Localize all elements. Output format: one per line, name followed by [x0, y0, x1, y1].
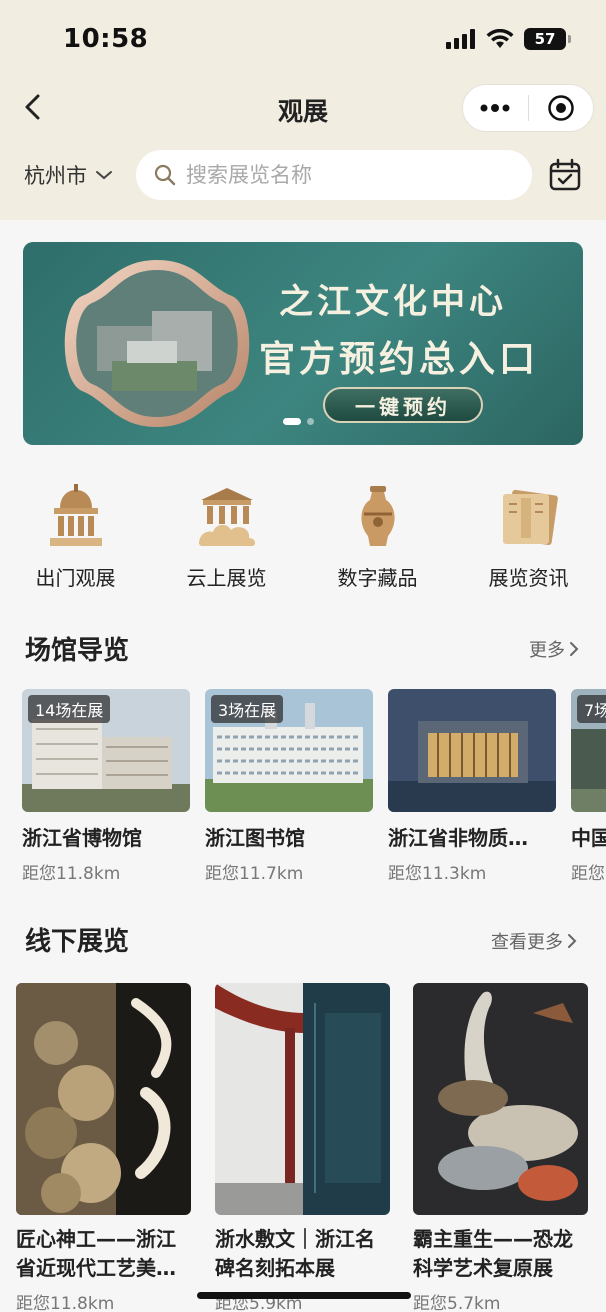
miniprogram-capsule	[462, 84, 594, 132]
exhibit-distance: 距您5.7km	[413, 1294, 501, 1312]
cultural-center-image	[64, 260, 250, 427]
cloud-museum-icon	[198, 488, 255, 546]
venue-distance: 距您11.3km	[388, 864, 487, 884]
venues-section-title: 场馆导览	[25, 636, 130, 666]
exhibit-poster	[16, 983, 191, 1215]
quick-links: 出门观展 云上展览 数字藏品 展览资讯	[0, 484, 606, 591]
exhibits-section-title: 线下展览	[25, 927, 130, 957]
exhibits-more-link[interactable]: 查看更多	[491, 928, 577, 954]
venue-distance: 距您11.8km	[22, 864, 121, 884]
exhibit-poster	[215, 983, 390, 1215]
city-label: 杭州市	[24, 164, 87, 188]
venue-image: 14场在展	[22, 689, 190, 812]
promo-banner[interactable]: 之江文化中心 官方预约总入口 一键预约	[23, 242, 583, 445]
chevron-down-icon	[96, 171, 112, 180]
on-show-badge: 3场在展	[211, 695, 284, 723]
carousel-dot-active	[283, 418, 301, 425]
venue-card[interactable]: 14场在展 浙江省博物馆 距您11.8km	[22, 689, 190, 884]
venue-name: 浙江省非物质…	[388, 826, 528, 850]
wifi-icon	[486, 29, 514, 48]
more-label: 更多	[529, 640, 565, 661]
quick-link-label: 云上展览	[186, 566, 267, 590]
exhibit-title: 浙水敷文｜浙江名碑名刻拓本展	[215, 1227, 375, 1280]
venue-distance: 距您11.7km	[205, 864, 304, 884]
banner-subheadline: 官方预约总入口	[259, 339, 540, 380]
on-show-badge: 7场在展	[577, 695, 606, 723]
chevron-right-icon	[568, 934, 577, 948]
quick-link-news[interactable]: 展览资讯	[453, 484, 604, 591]
signal-icon	[446, 29, 475, 49]
exhibit-distance: 距您11.8km	[16, 1294, 115, 1312]
exhibit-title: 霸主重生——恐龙科学艺术复原展	[413, 1227, 573, 1280]
exhibition-list: 匠心神工——浙江省近现代工艺美… 距您11.8km 浙水敷文｜浙江名碑名刻拓本展…	[16, 983, 606, 1312]
venue-distance: 距您	[571, 864, 605, 884]
venues-more-link[interactable]: 更多	[529, 636, 579, 662]
venue-name: 浙江省博物馆	[22, 826, 142, 850]
venue-card[interactable]: 浙江省非物质… 距您11.3km	[388, 689, 556, 884]
banner-headline: 之江文化中心	[279, 282, 507, 322]
search-bar[interactable]	[136, 150, 532, 200]
target-icon	[548, 95, 574, 121]
venue-name: 浙江图书馆	[205, 826, 305, 850]
venue-card[interactable]: 3场在展 浙江图书馆 距您11.7km	[205, 689, 373, 884]
venue-image: 7场在展	[571, 689, 606, 812]
exhibit-title: 匠心神工——浙江省近现代工艺美…	[16, 1227, 176, 1280]
status-icons: 57	[446, 28, 571, 50]
quick-link-label: 出门观展	[35, 566, 116, 590]
quick-link-label: 数字藏品	[337, 566, 418, 590]
close-miniprogram-button[interactable]	[529, 84, 594, 132]
more-label: 查看更多	[491, 932, 563, 953]
venue-name: 中国	[571, 826, 606, 850]
calendar-icon[interactable]	[548, 158, 582, 192]
vase-icon	[360, 486, 395, 546]
exhibit-poster	[413, 983, 588, 1215]
battery-indicator: 57	[524, 28, 571, 50]
carousel-indicator	[283, 418, 314, 425]
city-selector[interactable]: 杭州市	[24, 160, 113, 190]
venue-image	[388, 689, 556, 812]
chevron-right-icon	[570, 642, 579, 656]
exhibit-card[interactable]: 匠心神工——浙江省近现代工艺美… 距您11.8km	[16, 983, 191, 1312]
venue-image: 3场在展	[205, 689, 373, 812]
search-icon	[154, 164, 176, 186]
on-show-badge: 14场在展	[28, 695, 111, 723]
status-time: 10:58	[63, 24, 149, 54]
more-dots-icon	[480, 104, 510, 112]
carousel-dot	[307, 418, 314, 425]
museum-icon	[49, 484, 102, 546]
quick-link-online[interactable]: 云上展览	[151, 484, 302, 591]
quick-link-visit[interactable]: 出门观展	[0, 484, 151, 591]
venue-card[interactable]: 7场在展 中国 距您	[571, 689, 606, 884]
scroll-icon	[502, 489, 558, 545]
search-input[interactable]	[186, 163, 506, 187]
quick-link-label: 展览资讯	[488, 566, 569, 590]
venue-carousel: 14场在展 浙江省博物馆 距您11.8km 3场在展 浙江图书馆 距您11.7k…	[22, 689, 606, 889]
home-indicator	[197, 1292, 411, 1299]
more-button[interactable]	[463, 84, 528, 132]
exhibit-card[interactable]: 霸主重生——恐龙科学艺术复原展 距您5.7km	[413, 983, 588, 1312]
quick-link-digital[interactable]: 数字藏品	[302, 484, 453, 591]
exhibit-card[interactable]: 浙水敷文｜浙江名碑名刻拓本展 距您5.9km	[215, 983, 390, 1312]
book-now-button[interactable]: 一键预约	[323, 387, 483, 423]
